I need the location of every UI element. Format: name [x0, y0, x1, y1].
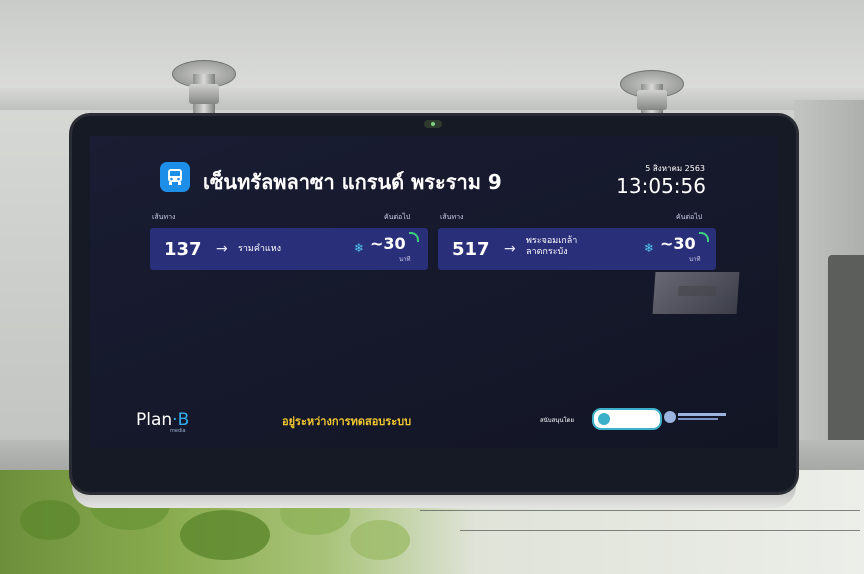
arrival-column-label: คันต่อไป	[384, 213, 411, 221]
left-mount-clamp	[189, 84, 219, 104]
eta-minutes: ~30	[660, 234, 696, 253]
route-column-label: เส้นทาง	[152, 213, 176, 221]
eta-unit: นาที	[689, 256, 701, 263]
shelter-panel	[828, 255, 864, 445]
clock-display: 13:05:56	[616, 174, 706, 198]
bus-icon	[160, 162, 190, 192]
route-number: 517	[452, 239, 490, 260]
snowflake-icon: ❄	[644, 241, 655, 255]
screen-reflection	[652, 272, 740, 314]
logo-subtitle: media	[170, 428, 186, 434]
right-mount-clamp	[637, 90, 667, 110]
eta-minutes: ~30	[370, 234, 406, 253]
arrow-right-icon: →	[216, 241, 228, 257]
route-destination: รามคำแหง	[238, 244, 282, 254]
signal-icon	[409, 232, 419, 242]
route-card: 517 → พระจอมเกล้า ลาดกระบัง ❄ ~30 นาที	[438, 228, 716, 270]
plan-b-logo: Plan·B	[136, 410, 190, 430]
route-column-label: เส้นทาง	[440, 213, 464, 221]
arrow-right-icon: →	[504, 241, 516, 257]
route-destination: พระจอมเกล้า ลาดกระบัง	[526, 236, 578, 257]
ceiling-beam	[0, 88, 864, 110]
route-card: 137 → รามคำแหง ❄ ~30 นาที	[150, 228, 428, 270]
stop-name: เซ็นทรัลพลาซา แกรนด์ พระราม 9	[203, 170, 502, 194]
eta-unit: นาที	[399, 256, 411, 263]
sponsor-logo	[592, 408, 662, 430]
arrival-column-label: คันต่อไป	[676, 213, 703, 221]
snowflake-icon: ❄	[354, 241, 365, 255]
bmta-logo	[664, 410, 728, 424]
camera-icon	[424, 120, 442, 128]
supported-by-label: สนับสนุนโดย	[540, 417, 575, 424]
signal-icon	[699, 232, 709, 242]
route-number: 137	[164, 239, 202, 260]
system-status: อยู่ระหว่างการทดสอบระบบ	[282, 415, 412, 428]
